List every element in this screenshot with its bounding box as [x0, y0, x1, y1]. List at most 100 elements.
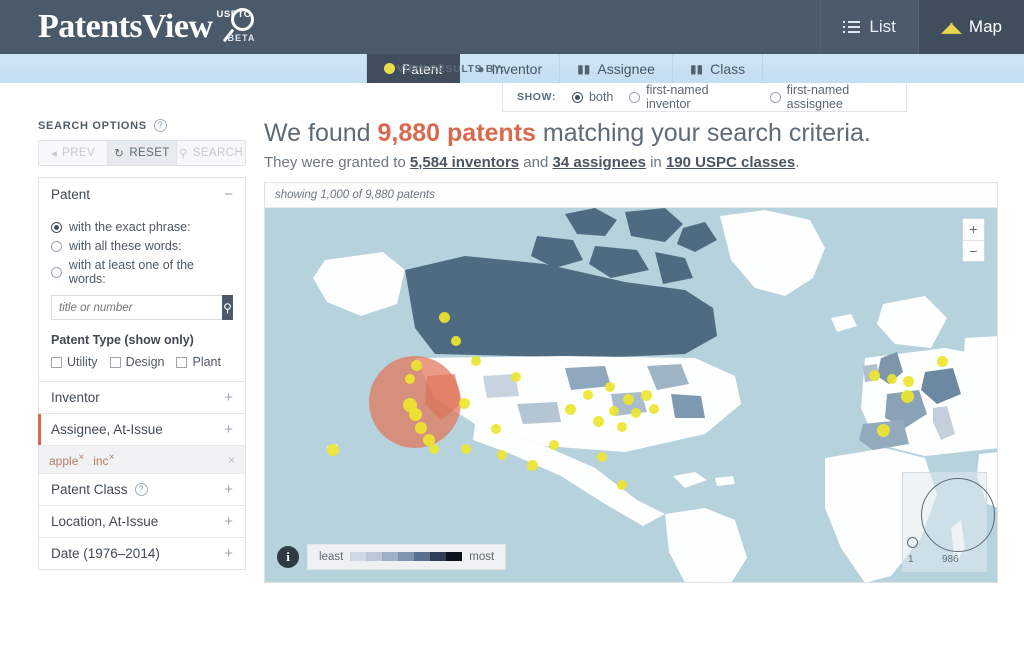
- assignees-link[interactable]: 34 assignees: [553, 154, 646, 171]
- panel-title-patent: Patent: [51, 186, 91, 202]
- classes-link[interactable]: 190 USPC classes: [666, 154, 795, 171]
- reset-button[interactable]: ↻ RESET: [107, 141, 176, 165]
- panel-header-patent-class[interactable]: Patent Class ? +: [39, 473, 245, 505]
- map-dot[interactable]: [597, 451, 607, 462]
- map-dot[interactable]: [439, 311, 450, 323]
- expand-toggle-icon[interactable]: +: [224, 545, 233, 562]
- show-option-label: first-named inventor: [646, 83, 709, 111]
- map-dot[interactable]: [887, 373, 897, 384]
- radio-exact-phrase[interactable]: with the exact phrase:: [51, 220, 233, 234]
- patent-search-input[interactable]: [51, 295, 222, 320]
- size-legend-max-label: 986: [942, 553, 959, 565]
- map-zoom-controls: + −: [962, 217, 985, 262]
- map-dot[interactable]: [623, 393, 634, 405]
- patent-search-submit[interactable]: ⚲: [222, 295, 233, 320]
- map-dot[interactable]: [527, 459, 538, 471]
- map-dot[interactable]: [583, 389, 593, 400]
- expand-toggle-icon[interactable]: +: [224, 421, 233, 438]
- map-dot[interactable]: [549, 439, 559, 450]
- map-dot[interactable]: [631, 407, 641, 418]
- collapse-toggle-icon[interactable]: −: [224, 186, 233, 203]
- panel-title-patent-class: Patent Class: [51, 482, 128, 497]
- map-dot[interactable]: [461, 443, 471, 454]
- inventors-link[interactable]: 5,584 inventors: [410, 154, 519, 171]
- panel-header-assignee-at-issue[interactable]: Assignee, At-Issue +: [38, 413, 245, 445]
- panel-title-inventor: Inventor: [51, 390, 100, 405]
- results-subline: They were granted to 5,584 inventors and…: [264, 153, 800, 171]
- map-dot[interactable]: [605, 381, 615, 392]
- legend-most-label: most: [469, 550, 495, 563]
- expand-toggle-icon[interactable]: +: [224, 389, 233, 406]
- checkbox-utility[interactable]: Utility: [51, 355, 98, 369]
- radio-label: with the exact phrase:: [69, 220, 191, 234]
- panel-header-location-at-issue[interactable]: Location, At-Issue +: [39, 505, 245, 537]
- tab-class[interactable]: ▮▮ Class: [673, 54, 764, 83]
- beta-label: BETA: [227, 33, 256, 43]
- map-caption: showing 1,000 of 9,880 patents: [265, 182, 997, 207]
- map-dot[interactable]: [491, 423, 501, 434]
- map-dot[interactable]: [429, 443, 439, 454]
- map-dot[interactable]: [641, 389, 652, 401]
- nav-item-map[interactable]: ◢◣ Map: [917, 0, 1024, 54]
- map-dot[interactable]: [609, 405, 619, 416]
- checkbox-plant[interactable]: Plant: [176, 355, 221, 369]
- info-icon[interactable]: i: [277, 545, 299, 568]
- map-canvas[interactable]: + − i least most 1 986: [265, 206, 997, 582]
- map-dot[interactable]: [877, 423, 890, 437]
- refresh-icon: ↻: [114, 148, 125, 160]
- map-dot[interactable]: [327, 443, 339, 456]
- map-dot[interactable]: [617, 479, 627, 490]
- map-dot[interactable]: [415, 421, 427, 434]
- map-dot[interactable]: [459, 397, 470, 409]
- map-dot[interactable]: [617, 421, 627, 432]
- list-icon: [843, 18, 861, 36]
- map-dot[interactable]: [901, 389, 914, 403]
- top-bar: PatentsView USPTO BETA List ◢◣ Map: [0, 0, 1024, 54]
- map-dot[interactable]: [471, 355, 481, 366]
- panel-header-date[interactable]: Date (1976–2014) +: [39, 537, 245, 569]
- map-dot[interactable]: [409, 407, 422, 421]
- map-dot[interactable]: [451, 335, 461, 346]
- map-dot[interactable]: [903, 375, 914, 387]
- panel-header-inventor[interactable]: Inventor +: [39, 381, 245, 413]
- question-icon[interactable]: ?: [153, 119, 167, 132]
- radio-all-words[interactable]: with all these words:: [51, 239, 233, 253]
- show-option-label: first-named assisgnee: [786, 83, 850, 111]
- map-dot[interactable]: [937, 355, 948, 367]
- radio-any-words[interactable]: with at least one of the words:: [51, 258, 233, 286]
- top-nav: List ◢◣ Map: [820, 0, 1024, 54]
- checkbox-label: Plant: [192, 355, 221, 369]
- panel-header-patent[interactable]: Patent −: [39, 178, 245, 210]
- show-option-first-named-assignee[interactable]: first-named assisgnee: [769, 83, 906, 111]
- clear-tags-icon[interactable]: ×: [228, 453, 235, 467]
- map-dot[interactable]: [411, 359, 422, 371]
- map-dot[interactable]: [869, 369, 880, 381]
- show-option-both[interactable]: both: [571, 90, 613, 104]
- tab-assignee[interactable]: ▮▮ Assignee: [560, 54, 673, 83]
- prev-label: PREV: [62, 147, 96, 159]
- nav-item-list[interactable]: List: [820, 0, 917, 54]
- map-dot[interactable]: [511, 371, 521, 382]
- search-button[interactable]: ⚲ SEARCH: [176, 141, 245, 165]
- arrow-left-icon: ◂: [50, 148, 58, 160]
- filter-tag[interactable]: inc×: [93, 452, 114, 468]
- tag-remove-icon: ×: [78, 451, 85, 463]
- expand-toggle-icon[interactable]: +: [224, 481, 233, 498]
- zoom-in-button[interactable]: +: [963, 219, 984, 240]
- zoom-out-button[interactable]: −: [963, 239, 984, 261]
- map-dot[interactable]: [405, 373, 415, 384]
- map-dot[interactable]: [497, 449, 507, 460]
- expand-toggle-icon[interactable]: +: [224, 513, 233, 530]
- patent-panel-body: with the exact phrase: with all these wo…: [39, 210, 245, 381]
- map-dot[interactable]: [649, 403, 659, 414]
- show-option-first-named-inventor[interactable]: first-named inventor: [629, 83, 754, 111]
- brand-logo[interactable]: PatentsView USPTO BETA: [0, 0, 261, 54]
- view-results-bar: VIEW RESULTS BY: Patent ● Inventor ▮▮ As…: [0, 54, 1024, 83]
- checkbox-design[interactable]: Design: [109, 355, 164, 369]
- map-dot[interactable]: [593, 415, 604, 427]
- question-icon[interactable]: ?: [134, 483, 148, 496]
- map-dot[interactable]: [565, 403, 576, 415]
- prev-button[interactable]: ◂ PREV: [39, 141, 107, 165]
- map-size-legend: 1 986: [902, 471, 995, 572]
- filter-tag[interactable]: apple×: [49, 452, 84, 468]
